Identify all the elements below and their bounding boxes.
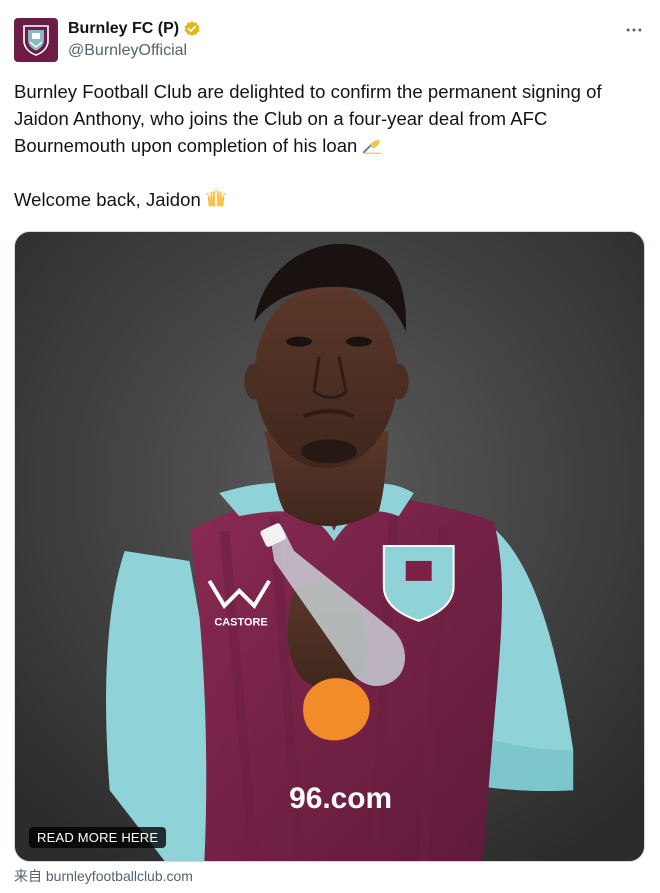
burnley-crest-icon [23,25,49,56]
tweet-paragraph-2: Welcome back, Jaidon [14,189,201,210]
ellipsis-horizontal-icon [626,28,642,32]
tweet-paragraph-1: Burnley Football Club are delighted to c… [14,81,602,156]
author-handle[interactable]: @BurnleyOfficial [68,41,187,61]
read-more-badge[interactable]: READ MORE HERE [29,827,167,848]
player-photo: CASTORE 96.com [15,232,644,861]
shirt-sponsor-text: 96.com [289,782,392,815]
tweet-media-image[interactable]: CASTORE 96.com READ MORE HERE [14,231,645,862]
tweet: Burnley FC (P) @BurnleyOfficial Burnley … [0,0,660,893]
author-display-name[interactable]: Burnley FC (P) [68,18,179,40]
author-name-row: Burnley FC (P) [68,18,201,40]
tweet-paragraph: Burnley Football Club are delighted to c… [14,78,646,159]
more-options-button[interactable] [622,18,646,42]
writing-hand-emoji-icon [363,139,382,154]
link-source[interactable]: 来自 burnleyfootballclub.com [14,866,193,886]
tweet-paragraph: Welcome back, Jaidon [14,186,646,213]
shirt-brand-text: CASTORE [214,617,267,629]
avatar[interactable] [14,18,58,62]
tweet-text: Burnley Football Club are delighted to c… [14,78,646,213]
verified-badge-icon [184,21,200,37]
raising-hands-emoji-icon [206,188,226,207]
